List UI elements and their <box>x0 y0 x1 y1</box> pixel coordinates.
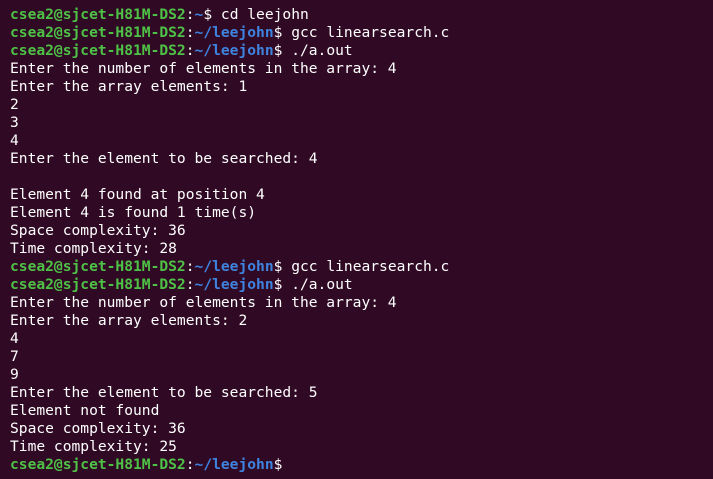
prompt-path: ~/leejohn <box>194 24 274 41</box>
prompt-line: csea2@sjcet-H81M-DS2:~$ cd leejohn <box>10 6 710 24</box>
output-text: 7 <box>10 348 19 365</box>
output-text: Element 4 found at position 4 <box>10 186 265 203</box>
command-text: cd leejohn <box>220 6 309 23</box>
prompt-line: csea2@sjcet-H81M-DS2:~/leejohn$ <box>10 456 710 474</box>
prompt-symbol: $ <box>273 276 292 293</box>
output-line: Element not found <box>10 402 710 420</box>
output-text: Element 4 is found 1 time(s) <box>10 204 257 221</box>
prompt-symbol: $ <box>203 6 221 23</box>
output-text: Space complexity: 36 <box>10 222 186 239</box>
output-text: 4 <box>10 330 19 347</box>
output-line: 4 <box>10 132 710 150</box>
output-line: Enter the number of elements in the arra… <box>10 60 710 78</box>
output-text: Enter the number of elements in the arra… <box>10 60 397 77</box>
output-text: Enter the element to be searched: 4 <box>10 150 318 167</box>
output-text: Element not found <box>10 402 160 419</box>
prompt-symbol: $ <box>273 258 292 275</box>
output-line: Enter the element to be searched: 5 <box>10 384 710 402</box>
output-line: 4 <box>10 330 710 348</box>
prompt-colon: : <box>185 258 195 275</box>
output-text: Enter the array elements: 2 <box>10 312 248 329</box>
output-line: Element 4 found at position 4 <box>10 186 710 204</box>
output-line: 9 <box>10 366 710 384</box>
prompt-path: ~/leejohn <box>194 42 274 59</box>
output-line: Enter the array elements: 2 <box>10 312 710 330</box>
prompt-user-host: csea2@sjcet-H81M-DS2 <box>10 276 186 293</box>
output-text: 4 <box>10 132 19 149</box>
prompt-path: ~/leejohn <box>194 258 274 275</box>
output-text: 3 <box>10 114 19 131</box>
prompt-line: csea2@sjcet-H81M-DS2:~/leejohn$ ./a.out <box>10 276 710 294</box>
output-line: Time complexity: 25 <box>10 438 710 456</box>
prompt-colon: : <box>185 456 195 473</box>
prompt-line: csea2@sjcet-H81M-DS2:~/leejohn$ gcc line… <box>10 258 710 276</box>
output-line: Time complexity: 28 <box>10 240 710 258</box>
prompt-colon: : <box>185 6 195 23</box>
prompt-symbol: $ <box>273 42 292 59</box>
prompt-user-host: csea2@sjcet-H81M-DS2 <box>10 6 186 23</box>
prompt-user-host: csea2@sjcet-H81M-DS2 <box>10 258 186 275</box>
output-text: Enter the array elements: 1 <box>10 78 248 95</box>
output-text: 2 <box>10 96 19 113</box>
output-text: Enter the element to be searched: 5 <box>10 384 318 401</box>
output-line: 7 <box>10 348 710 366</box>
prompt-path: ~ <box>194 6 204 23</box>
output-line: Enter the number of elements in the arra… <box>10 294 710 312</box>
prompt-user-host: csea2@sjcet-H81M-DS2 <box>10 456 186 473</box>
command-text: gcc linearsearch.c <box>291 24 450 41</box>
output-line: Space complexity: 36 <box>10 222 710 240</box>
output-line: Enter the element to be searched: 4 <box>10 150 710 168</box>
output-line: 2 <box>10 96 710 114</box>
prompt-line: csea2@sjcet-H81M-DS2:~/leejohn$ ./a.out <box>10 42 710 60</box>
command-text: ./a.out <box>291 42 353 59</box>
output-text: Time complexity: 25 <box>10 438 177 455</box>
output-line: Enter the array elements: 1 <box>10 78 710 96</box>
output-text: Time complexity: 28 <box>10 240 177 257</box>
output-line: Space complexity: 36 <box>10 420 710 438</box>
prompt-path: ~/leejohn <box>194 276 274 293</box>
prompt-colon: : <box>185 42 195 59</box>
output-line: Element 4 is found 1 time(s) <box>10 204 710 222</box>
prompt-user-host: csea2@sjcet-H81M-DS2 <box>10 42 186 59</box>
prompt-colon: : <box>185 24 195 41</box>
prompt-path: ~/leejohn <box>194 456 274 473</box>
output-text: 9 <box>10 366 19 383</box>
output-line: 3 <box>10 114 710 132</box>
prompt-symbol: $ <box>273 456 283 473</box>
prompt-colon: : <box>185 276 195 293</box>
prompt-symbol: $ <box>273 24 292 41</box>
command-text: gcc linearsearch.c <box>291 258 450 275</box>
prompt-line: csea2@sjcet-H81M-DS2:~/leejohn$ gcc line… <box>10 24 710 42</box>
output-text: Space complexity: 36 <box>10 420 186 437</box>
terminal-output[interactable]: csea2@sjcet-H81M-DS2:~$ cd leejohn csea2@… <box>10 6 710 474</box>
output-text: Enter the number of elements in the arra… <box>10 294 397 311</box>
command-text: ./a.out <box>291 276 353 293</box>
prompt-user-host: csea2@sjcet-H81M-DS2 <box>10 24 186 41</box>
